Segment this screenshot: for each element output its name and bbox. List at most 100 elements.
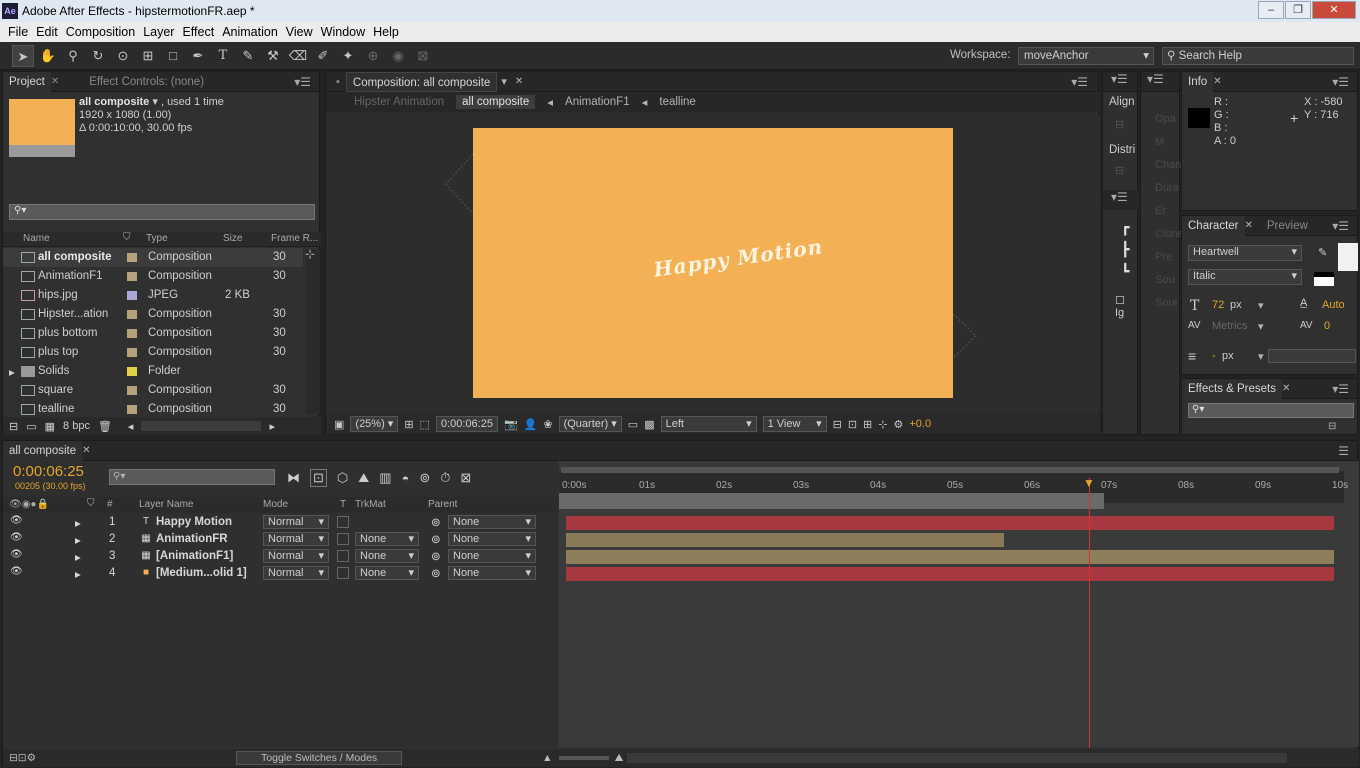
expand-layer-switches-icon[interactable]: ⊟⊡⚙ xyxy=(9,752,36,764)
search-help-input[interactable]: ⚲ Search Help xyxy=(1162,47,1354,65)
pen-tool-icon[interactable]: ✒ xyxy=(187,45,209,67)
zoom-in-icon[interactable]: ⛰ xyxy=(615,752,624,765)
column-mode[interactable]: Mode xyxy=(263,499,288,510)
preserve-transparency-checkbox[interactable] xyxy=(337,567,349,579)
playhead-handle-icon[interactable]: ▼ xyxy=(1083,476,1095,490)
eye-icon[interactable]: 👁 xyxy=(10,515,23,526)
type-tool-icon[interactable]: T xyxy=(212,45,234,67)
current-time-indicator[interactable] xyxy=(1089,478,1090,748)
exposure-value[interactable]: +0.0 xyxy=(909,418,931,430)
pickwhip-icon[interactable]: ⊚ xyxy=(431,515,441,529)
title-action-safe-icon[interactable]: ⊞ xyxy=(404,418,413,431)
rotate-tool-icon[interactable]: ↻ xyxy=(87,45,109,67)
paragraph-align-icon[interactable]: ┏ ┣ ┗ xyxy=(1121,216,1129,282)
panel-menu-icon[interactable]: ▾☰ xyxy=(1111,190,1128,204)
flowchart-icon[interactable]: ⊹ xyxy=(305,247,315,261)
expand-arrow-icon[interactable]: ▸ xyxy=(75,550,81,564)
close-icon[interactable]: ✕ xyxy=(515,76,523,87)
list-item[interactable]: ▸ Solids Folder xyxy=(3,362,303,381)
timeline-search-input[interactable]: ⚲▾ xyxy=(109,469,275,485)
track-matte-dropdown[interactable]: None ▾ xyxy=(355,532,419,546)
column-type[interactable]: Type xyxy=(146,233,168,244)
new-preset-icon[interactable]: ⊟ xyxy=(1328,421,1336,432)
flowchart-icon[interactable]: ⊹ xyxy=(878,418,887,431)
label-color-swatch[interactable] xyxy=(90,569,99,578)
preserve-transparency-checkbox[interactable] xyxy=(337,516,349,528)
expand-arrow-icon[interactable]: ▸ xyxy=(9,365,15,379)
label-color-swatch[interactable] xyxy=(127,348,137,357)
roto-brush-tool-icon[interactable]: ✐ xyxy=(312,45,334,67)
breadcrumb-tealline[interactable]: tealline xyxy=(659,96,695,108)
font-size-value[interactable]: 72 xyxy=(1212,299,1224,311)
rectangle-tool-icon[interactable]: □ xyxy=(162,45,184,67)
panel-menu-icon[interactable]: ▾☰ xyxy=(1111,72,1128,86)
table-row[interactable]: 👁 ▸ 4 ■ [Medium...olid 1] Normal ▾ None ▾ ⊚ None ▾ xyxy=(3,565,558,582)
panel-menu-icon[interactable]: ▾☰ xyxy=(1332,219,1349,233)
track-matte-dropdown[interactable]: None ▾ xyxy=(355,566,419,580)
current-time-display[interactable]: 0:00:06:25 xyxy=(13,463,84,480)
puppet-pin-tool-icon[interactable]: ✦ xyxy=(337,45,359,67)
channel-icon[interactable]: ❀ xyxy=(543,418,552,431)
column-trkmat[interactable]: TrkMat xyxy=(355,499,386,510)
show-snapshot-icon[interactable]: 👤 xyxy=(524,418,538,431)
stroke-style-dropdown[interactable] xyxy=(1268,349,1356,363)
menu-layer[interactable]: Layer xyxy=(143,23,174,41)
stroke-color-swatch[interactable] xyxy=(1314,272,1334,286)
blend-mode-dropdown[interactable]: Normal ▾ xyxy=(263,532,329,546)
column-layer-name[interactable]: Layer Name xyxy=(139,499,193,510)
label-color-swatch[interactable] xyxy=(90,518,99,527)
hide-shy-layers-icon[interactable]: ⛰ xyxy=(358,470,369,486)
fast-previews-icon[interactable]: ⊡ xyxy=(848,418,857,431)
eyedropper-icon[interactable]: ✎ xyxy=(1318,246,1327,259)
layer-duration-bar[interactable] xyxy=(566,533,1004,547)
toggle-mask-icon[interactable]: ⬚ xyxy=(420,418,430,431)
live-update-icon[interactable]: ⊡ xyxy=(310,469,327,487)
label-tag-icon[interactable]: ⛉ xyxy=(87,498,95,509)
eye-icon[interactable]: 👁 xyxy=(10,566,23,577)
timeline-horizontal-scrollbar[interactable] xyxy=(627,753,1288,763)
tab-character[interactable]: Character xyxy=(1182,215,1245,236)
expand-arrow-icon[interactable]: ▸ xyxy=(75,533,81,547)
blend-mode-dropdown[interactable]: Normal ▾ xyxy=(263,566,329,580)
panel-menu-icon[interactable]: ▾☰ xyxy=(1147,72,1164,86)
auto-keyframe-icon[interactable]: ⏱ xyxy=(440,470,450,486)
list-item[interactable]: AnimationF1 Composition 30 xyxy=(3,267,303,286)
expand-arrow-icon[interactable]: ▸ xyxy=(75,516,81,530)
table-row[interactable]: 👁 ▸ 3 ▦ [AnimationF1] Normal ▾ None ▾ ⊚ None ▾ xyxy=(3,548,558,565)
breadcrumb-animationf1[interactable]: AnimationF1 xyxy=(565,96,630,108)
menu-edit[interactable]: Edit xyxy=(36,23,58,41)
font-style-dropdown[interactable]: Italic ▾ xyxy=(1188,269,1302,285)
happy-motion-text[interactable]: Happy Motion xyxy=(652,234,824,282)
chevron-down-icon[interactable]: ▾ xyxy=(501,75,507,88)
tab-project[interactable]: Project xyxy=(3,71,51,92)
menu-composition[interactable]: Composition xyxy=(66,23,135,41)
scroll-right-icon[interactable]: ▸ xyxy=(269,420,275,433)
list-item[interactable]: square Composition 30 xyxy=(3,381,303,400)
composition-frame[interactable]: Happy Motion xyxy=(473,128,953,398)
pixel-aspect-icon[interactable]: ⊟ xyxy=(833,418,842,431)
chevron-down-icon[interactable]: ▾ xyxy=(152,96,158,108)
parent-dropdown[interactable]: None ▾ xyxy=(448,515,536,529)
lock-icon[interactable]: ▪ xyxy=(336,76,340,88)
track-matte-dropdown[interactable]: None ▾ xyxy=(355,549,419,563)
pickwhip-icon[interactable]: ⊚ xyxy=(431,549,441,563)
column-name[interactable]: Name xyxy=(23,233,50,244)
parent-dropdown[interactable]: None ▾ xyxy=(448,549,536,563)
zoom-out-icon[interactable]: ▲ xyxy=(542,752,552,764)
panel-menu-icon[interactable]: ▾☰ xyxy=(1332,382,1349,396)
column-frame-rate[interactable]: Frame R... xyxy=(271,233,318,244)
list-item[interactable]: Hipster...ation Composition 30 xyxy=(3,305,303,324)
av-features-icon[interactable]: 👁◉●🔒 xyxy=(9,499,49,510)
menu-help[interactable]: Help xyxy=(373,23,399,41)
close-icon[interactable]: ✕ xyxy=(1282,383,1290,394)
reset-exposure-icon[interactable]: ⚙ xyxy=(893,418,903,431)
ig-checkbox[interactable]: ☐ Ig xyxy=(1115,294,1137,319)
project-search-input[interactable]: ⚲▾ xyxy=(9,204,315,220)
menu-effect[interactable]: Effect xyxy=(182,23,214,41)
stroke-width-value[interactable]: - xyxy=(1212,350,1216,362)
list-item[interactable]: hips.jpg JPEG 2 KB xyxy=(3,286,303,305)
tab-info[interactable]: Info xyxy=(1182,71,1214,92)
tab-composition[interactable]: Composition: all composite xyxy=(345,71,498,92)
brainstorm-icon[interactable]: ⊚ xyxy=(419,470,430,486)
graph-editor-icon[interactable]: ⊠ xyxy=(460,470,471,486)
